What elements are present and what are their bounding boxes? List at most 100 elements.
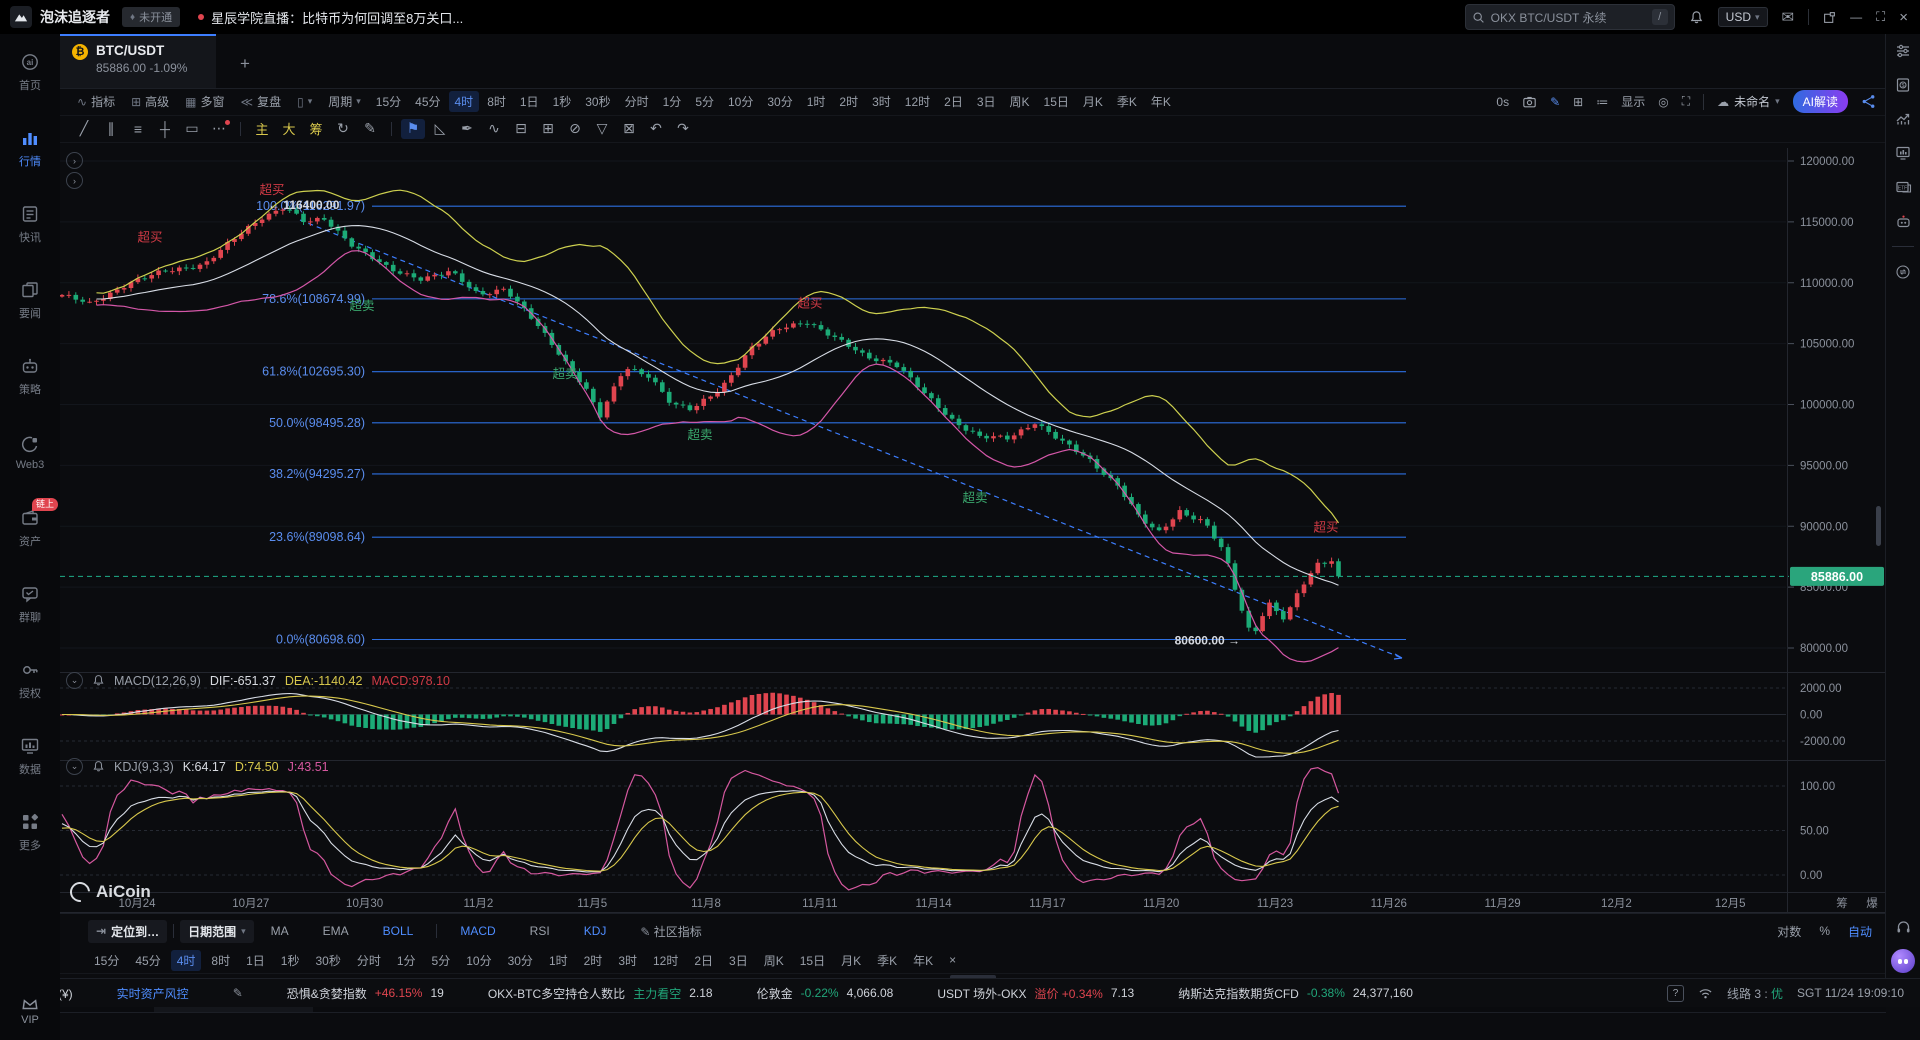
layout-selector[interactable]: ☁未命名▾ <box>1717 93 1780 110</box>
timeframe2-15日[interactable]: 15日 <box>794 950 831 971</box>
sidebar-item-news[interactable]: 要闻 <box>0 262 60 338</box>
timeframe2-月K[interactable]: 月K <box>835 950 867 971</box>
subscription-badge[interactable]: ♦未开通 <box>122 7 180 27</box>
sidebar-item-data[interactable]: 数据 <box>0 718 60 794</box>
bookmark-tool[interactable]: ⚑ <box>401 119 425 139</box>
status-item-6[interactable]: 纳斯达克指数期货CFD-0.38%24,377,160 <box>1178 985 1413 1002</box>
timeframe-3日[interactable]: 3日 <box>971 91 1002 112</box>
minimize-button[interactable]: — <box>1850 10 1862 24</box>
timeframe2-1日[interactable]: 1日 <box>240 950 271 971</box>
main-chart-toggle[interactable]: 主 <box>250 119 274 139</box>
timeframe2-周K[interactable]: 周K <box>758 950 790 971</box>
timeframe2-5分[interactable]: 5分 <box>426 950 457 971</box>
scale-对数[interactable]: 对数 <box>1777 923 1801 940</box>
sidebar-item-web3[interactable]: Web3 <box>0 414 60 490</box>
close-timeframe-bar[interactable]: × <box>943 951 962 969</box>
notifications-button[interactable] <box>1689 10 1704 25</box>
scale-自动[interactable]: 自动 <box>1848 923 1872 940</box>
magnet-tool[interactable]: ⊘ <box>563 119 587 139</box>
rail-mascot-button[interactable] <box>1886 944 1920 978</box>
status-edit-pencil-icon[interactable]: ✎ <box>233 986 287 1000</box>
chips-toggle[interactable]: 筹 <box>304 119 328 139</box>
network-line-label[interactable]: 线路 3 : 优 <box>1727 985 1783 1002</box>
locate-to-button[interactable]: ⇥定位到… <box>88 920 167 943</box>
kdj-alert-bell-icon[interactable] <box>92 760 105 773</box>
price-chart-canvas[interactable]: 100.0%(116291.97)78.6%(108674.99)61.8%(1… <box>60 142 1886 913</box>
timeframe-30分[interactable]: 30分 <box>761 91 798 112</box>
timeframe-4时[interactable]: 4时 <box>449 91 480 112</box>
timeframe-年K[interactable]: 年K <box>1145 91 1177 112</box>
timeframe-8时[interactable]: 8时 <box>481 91 512 112</box>
timeframe2-2时[interactable]: 2时 <box>578 950 609 971</box>
timeframe2-分时[interactable]: 分时 <box>351 950 387 971</box>
more-tools[interactable]: ⋯ <box>207 119 231 139</box>
rail-headphone-button[interactable] <box>1886 910 1920 944</box>
overlay-ema[interactable]: EMA <box>323 924 349 938</box>
timeframe-15分[interactable]: 15分 <box>370 91 407 112</box>
timeframe-15日[interactable]: 15日 <box>1038 91 1075 112</box>
timeframe-2时[interactable]: 2时 <box>833 91 864 112</box>
note-tool[interactable]: ⊞ <box>536 119 560 139</box>
timeframe2-1分[interactable]: 1分 <box>391 950 422 971</box>
wave-tool[interactable]: ∿ <box>482 119 506 139</box>
date-range-button[interactable]: 日期范围▾ <box>180 920 254 943</box>
currency-selector[interactable]: USD▾ <box>1718 7 1768 27</box>
status-item-2[interactable]: 恐惧&贪婪指数+46.15%19 <box>287 985 444 1002</box>
indicator-rsi[interactable]: RSI <box>530 924 550 938</box>
cross-line-tool[interactable]: ┼ <box>153 119 177 139</box>
timeframe2-4时[interactable]: 4时 <box>171 950 202 971</box>
undo-tool[interactable]: ↶ <box>644 119 668 139</box>
timeframe-5分[interactable]: 5分 <box>689 91 720 112</box>
timeframe2-季K[interactable]: 季K <box>871 950 903 971</box>
timeframe2-3日[interactable]: 3日 <box>723 950 754 971</box>
sidebar-item-market[interactable]: 行情 <box>0 110 60 186</box>
indicator-kdj[interactable]: KDJ <box>584 924 607 938</box>
trendline-tool[interactable]: ╱ <box>72 119 96 139</box>
timeframe2-10分[interactable]: 10分 <box>460 950 497 971</box>
popout-window-button[interactable] <box>1823 11 1836 24</box>
ruler-tool[interactable]: ◺ <box>428 119 452 139</box>
delete-tool[interactable]: ⊠ <box>617 119 641 139</box>
rail-robot-button[interactable] <box>1886 204 1920 238</box>
lock-tool[interactable]: ⊟ <box>509 119 533 139</box>
timeframe-3时[interactable]: 3时 <box>866 91 897 112</box>
sidebar-item-flash[interactable]: 快讯 <box>0 186 60 262</box>
rail-monitor-button[interactable] <box>1886 136 1920 170</box>
rail-trend-button[interactable] <box>1886 102 1920 136</box>
ai-analysis-button[interactable]: AI解读 <box>1793 90 1848 113</box>
kdj-collapse-icon[interactable]: ⌄ <box>66 758 83 775</box>
close-button[interactable]: × <box>1899 9 1908 26</box>
timeframe-1秒[interactable]: 1秒 <box>547 91 578 112</box>
timeframe2-2日[interactable]: 2日 <box>688 950 719 971</box>
timeframe-1分[interactable]: 1分 <box>657 91 688 112</box>
sidebar-item-auth[interactable]: 授权 <box>0 642 60 718</box>
timeframe2-1时[interactable]: 1时 <box>543 950 574 971</box>
timeframe2-3时[interactable]: 3时 <box>612 950 643 971</box>
sidebar-item-more[interactable]: 更多 <box>0 794 60 870</box>
refresh-interval[interactable]: 0s <box>1496 95 1509 109</box>
display-menu[interactable]: 显示 <box>1621 93 1645 110</box>
large-view-toggle[interactable]: 大 <box>277 119 301 139</box>
maximize-button[interactable]: ⛶ <box>1876 9 1885 25</box>
parallel-channel-tool[interactable]: ∥ <box>99 119 123 139</box>
macd-collapse-icon[interactable]: ⌄ <box>66 672 83 689</box>
pen-tool[interactable]: ✒ <box>455 119 479 139</box>
toolbar-action-0[interactable]: ∿指标 <box>70 91 122 112</box>
status-item-5[interactable]: USDT 场外-OKX溢价 +0.34%7.13 <box>937 985 1134 1002</box>
rail-settings-button[interactable] <box>1886 34 1920 68</box>
overlay-ma[interactable]: MA <box>271 924 289 938</box>
theme-gear-icon[interactable]: ◎ <box>1658 95 1668 109</box>
indicator-macd[interactable]: MACD <box>460 924 495 938</box>
timeframe2-30分[interactable]: 30分 <box>502 950 539 971</box>
timeframe2-30秒[interactable]: 30秒 <box>309 950 346 971</box>
collapse-drawing-icon[interactable]: › <box>66 152 83 169</box>
timeframe2-1秒[interactable]: 1秒 <box>275 950 306 971</box>
list-settings-icon[interactable]: ≔ <box>1596 95 1608 109</box>
screenshot-camera-icon[interactable] <box>1522 95 1537 109</box>
share-icon[interactable] <box>1861 94 1876 109</box>
timeframe-30秒[interactable]: 30秒 <box>579 91 616 112</box>
timeframe-1日[interactable]: 1日 <box>514 91 545 112</box>
filter-tool[interactable]: ▽ <box>590 119 614 139</box>
sidebar-item-home[interactable]: ai首页 <box>0 34 60 110</box>
timeframe-45分[interactable]: 45分 <box>409 91 446 112</box>
